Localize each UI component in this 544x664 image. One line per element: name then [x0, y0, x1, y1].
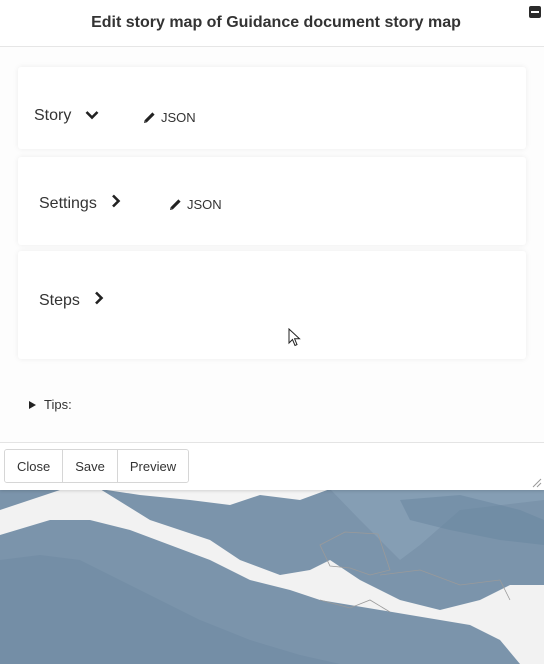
settings-json-link[interactable]: JSON: [168, 197, 222, 212]
tips-label: Tips:: [44, 397, 72, 412]
story-label: Story: [34, 107, 72, 124]
settings-label: Settings: [39, 194, 97, 212]
steps-header[interactable]: Steps: [39, 291, 104, 310]
triangle-right-icon: [29, 400, 36, 409]
tips-toggle[interactable]: Tips:: [29, 397, 72, 412]
chevron-right-icon[interactable]: [94, 291, 104, 310]
minimize-icon[interactable]: [529, 6, 541, 18]
settings-panel: Settings JSON: [18, 157, 526, 245]
settings-json-label: JSON: [187, 197, 222, 212]
chevron-down-icon[interactable]: [85, 107, 99, 125]
dialog-header[interactable]: Edit story map of Guidance document stor…: [0, 0, 544, 47]
footer-button-group: Close Save Preview: [4, 449, 190, 483]
dialog-footer: Close Save Preview: [0, 442, 544, 490]
story-json-label: JSON: [161, 110, 196, 125]
dialog-title: Edit story map of Guidance document stor…: [91, 14, 461, 31]
pencil-icon: [144, 112, 155, 123]
story-panel: Story JSON: [18, 67, 526, 149]
steps-panel: Steps: [18, 251, 526, 359]
chevron-right-icon[interactable]: [111, 194, 121, 213]
close-button[interactable]: Close: [5, 450, 64, 482]
settings-header[interactable]: Settings: [39, 194, 121, 213]
dialog-body: Story JSON Settings JSON Steps Tips:: [0, 47, 544, 442]
story-header[interactable]: Story: [34, 107, 99, 125]
preview-button[interactable]: Preview: [117, 450, 189, 482]
resize-handle-icon[interactable]: [532, 478, 542, 488]
pencil-icon: [170, 199, 181, 210]
mouse-cursor-icon: [288, 328, 301, 347]
story-json-link[interactable]: JSON: [142, 110, 196, 125]
edit-story-map-dialog: Edit story map of Guidance document stor…: [0, 0, 544, 490]
save-button[interactable]: Save: [63, 450, 118, 482]
steps-label: Steps: [39, 291, 80, 309]
